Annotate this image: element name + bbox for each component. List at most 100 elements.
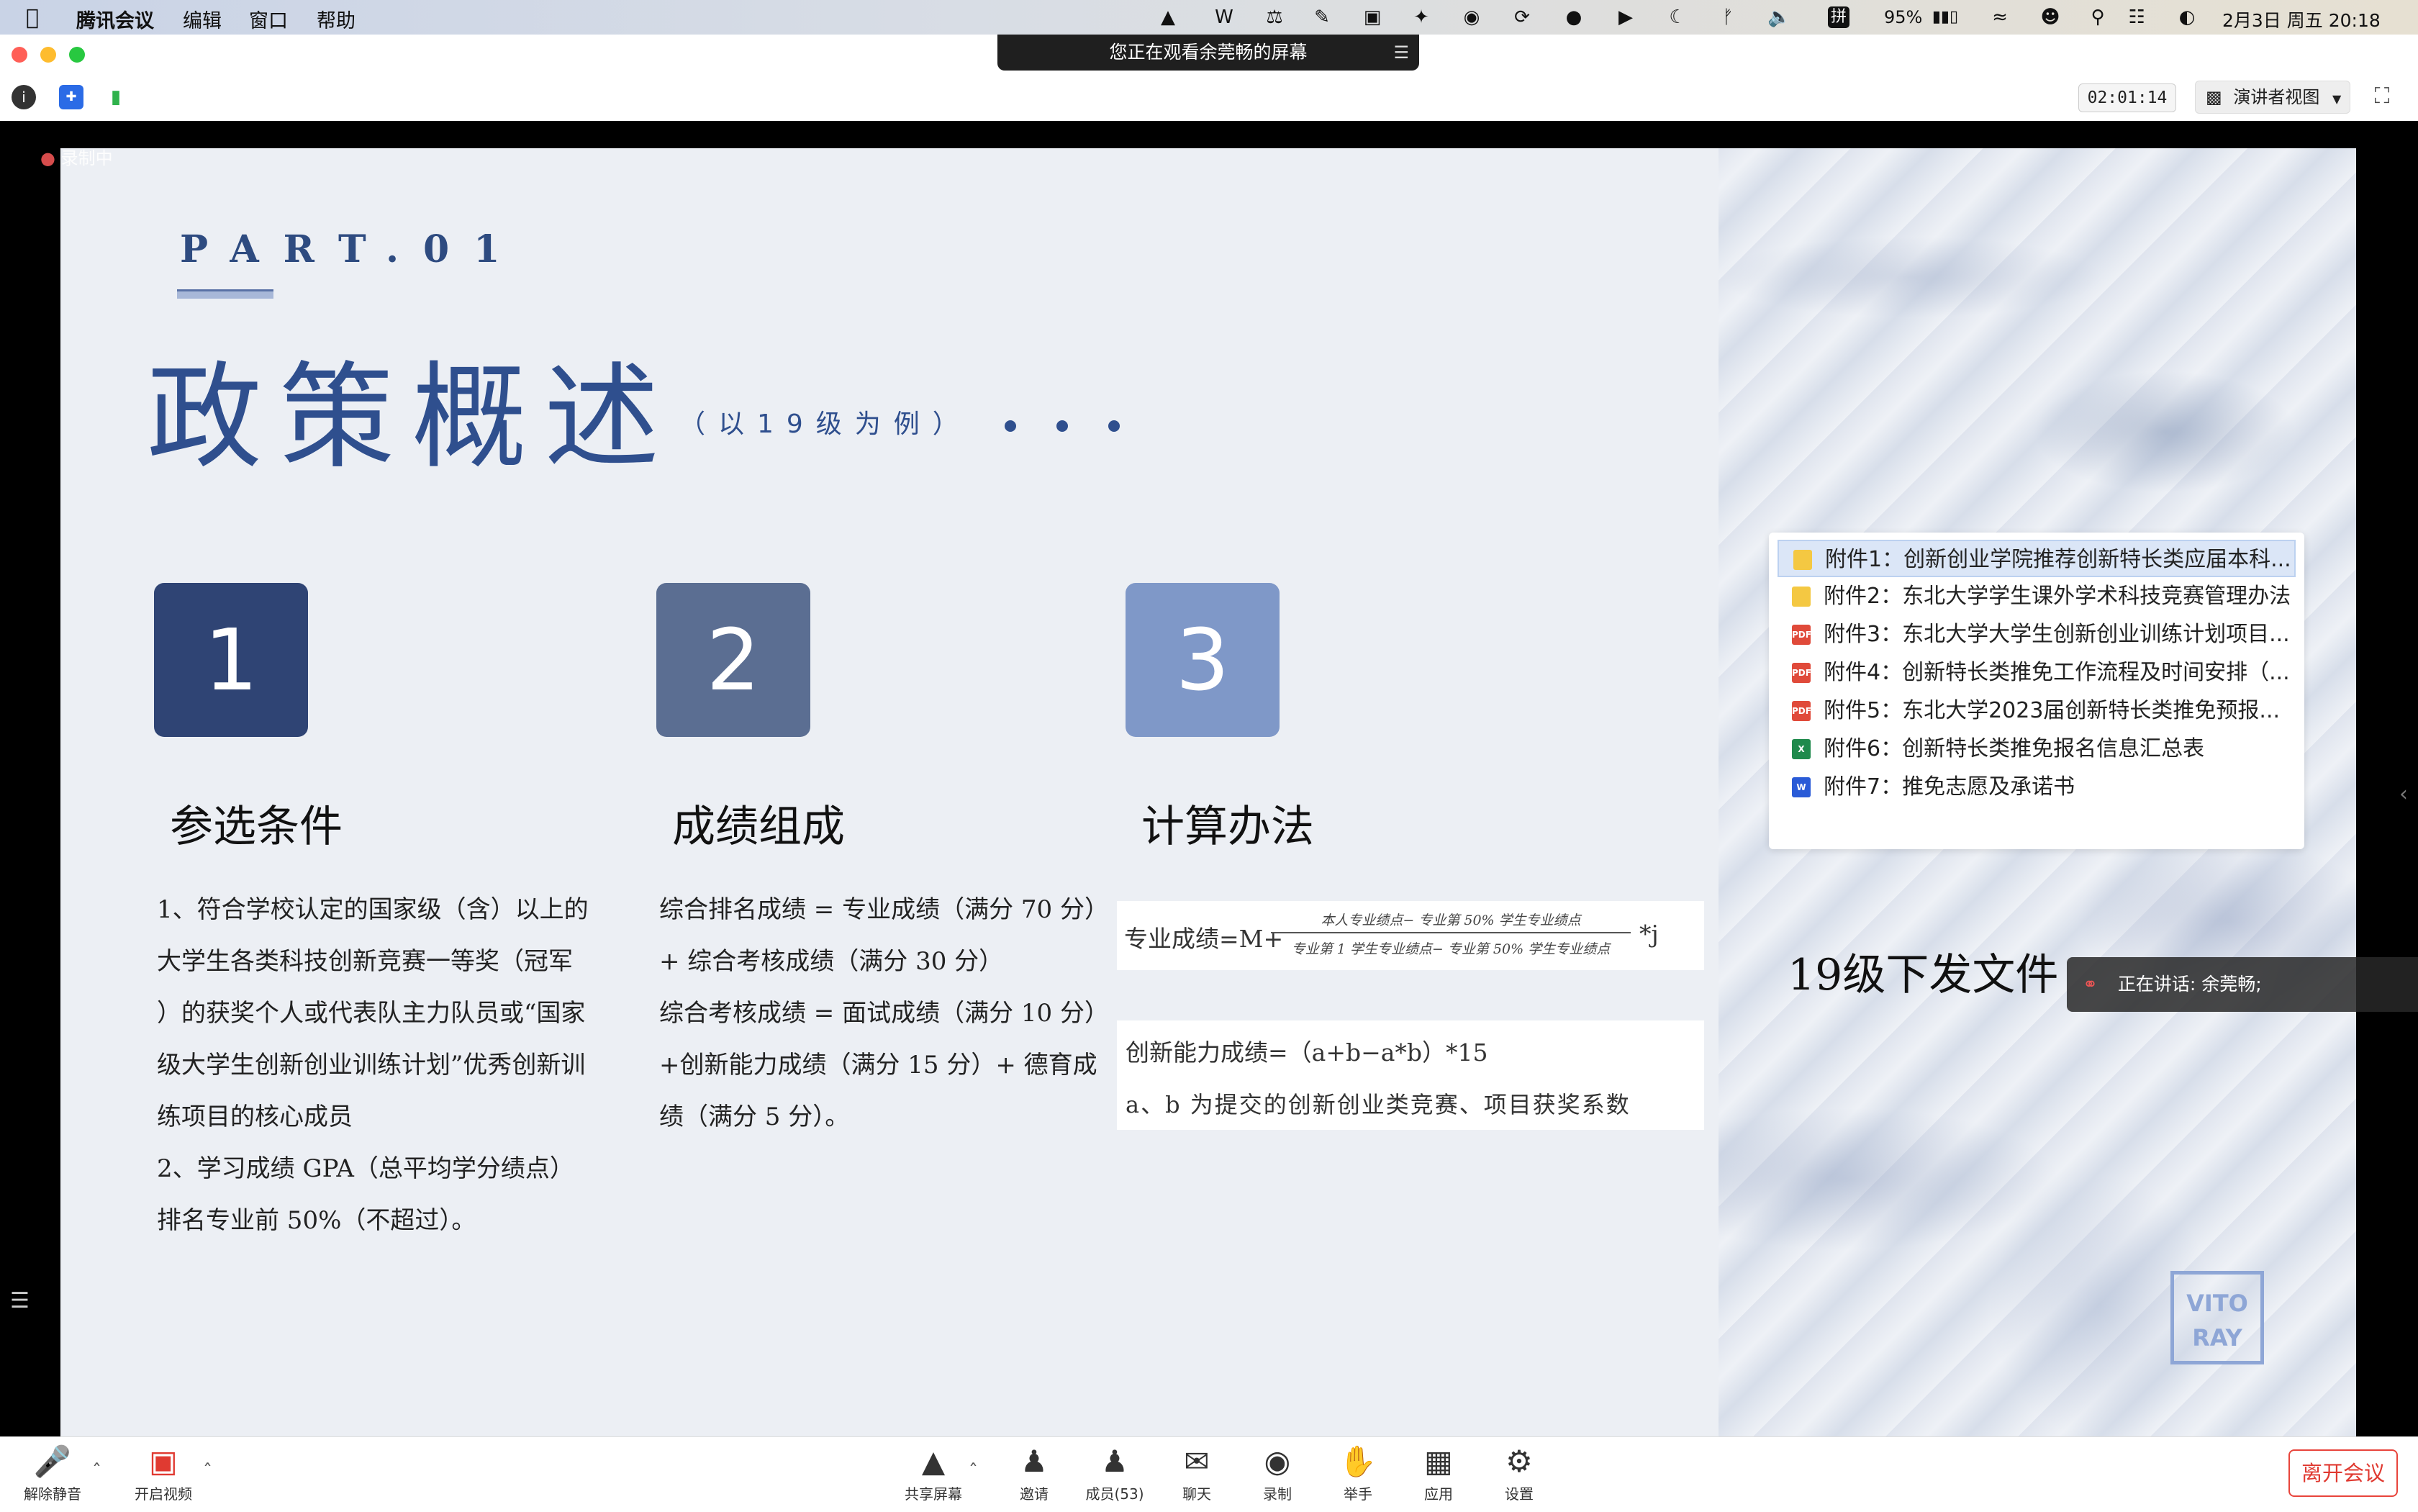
chat-button[interactable]: ✉ 聊天 [1157, 1444, 1236, 1506]
body-line: ）的获奖个人或代表队主力队员或“国家 [157, 999, 586, 1028]
chevron-left-icon[interactable]: ‹ [2399, 782, 2408, 807]
chevron-up-icon[interactable]: ˆ [969, 1461, 978, 1482]
sync-icon[interactable]: ⟳ [1511, 6, 1533, 28]
view-mode-label: 演讲者视图 [2233, 87, 2320, 107]
input-method-icon[interactable]: 拼 [1828, 6, 1849, 28]
recording-icon: ● [40, 148, 55, 168]
wps-icon[interactable]: W [1213, 6, 1235, 28]
folder-icon [1793, 550, 1812, 570]
body-line: + 综合考核成绩（满分 30 分） [659, 947, 1004, 976]
minimize-window-button[interactable] [40, 47, 56, 63]
menu-window[interactable]: 窗口 [249, 5, 288, 33]
view-layout-icon: ▩ [2206, 87, 2222, 107]
signal-bars-icon[interactable]: ▮ [104, 85, 128, 109]
part-underline [177, 289, 273, 299]
body-line: +创新能力成绩（满分 15 分）+ 德育成 [659, 1051, 1097, 1079]
attachment-item[interactable]: 附件1：创新创业学院推荐创新特长类应届本科... [1778, 540, 2296, 577]
search-icon[interactable]: ⚲ [2087, 6, 2109, 28]
wifi-icon[interactable]: ≈ [1989, 6, 2011, 28]
chevron-up-icon[interactable]: ˆ [92, 1461, 101, 1482]
siri-icon[interactable]: ◐ [2176, 6, 2198, 28]
screen-share-banner[interactable]: 您正在观看余莞畅的屏幕 ☰ [997, 35, 1419, 71]
share-screen-icon: ▲ [921, 1444, 946, 1479]
section-heading: 参选条件 [170, 802, 343, 852]
menu-edit[interactable]: 编辑 [183, 5, 222, 33]
apple-icon[interactable]:  [26, 5, 39, 30]
body-line: 绩（满分 5 分）。 [659, 1103, 850, 1131]
chevron-up-icon[interactable]: ˆ [203, 1461, 212, 1482]
leave-meeting-button[interactable]: 离开会议 [2288, 1449, 2398, 1497]
body-line: 练项目的核心成员 [157, 1103, 353, 1131]
attachment-label: 附件6：创新特长类推免报名信息汇总表 [1824, 736, 2205, 761]
body-line: 级大学生创新创业训练计划”优秀创新训 [157, 1051, 586, 1079]
raise-hand-button[interactable]: ✋ 举手 [1318, 1444, 1398, 1506]
attachment-item[interactable]: PDF 附件3：东北大学大学生创新创业训练计划项目... [1778, 616, 2296, 653]
speaking-text: 正在讲话: 余莞畅; [2117, 974, 2262, 995]
zoom-window-button[interactable] [69, 47, 85, 63]
security-shield-icon[interactable]: ✚ [59, 85, 83, 109]
apps-label: 应用 [1424, 1485, 1453, 1503]
hand-icon: ✋ [1339, 1444, 1377, 1479]
list-icon[interactable]: ☰ [10, 1288, 36, 1314]
vito-ray-stamp: VITO RAY [2170, 1271, 2264, 1364]
formula-professional-score: 专业成绩=M+ 本人专业绩点− 专业第 50% 学生专业绩点 专业第 1 学生专… [1117, 901, 1704, 970]
members-button[interactable]: ♟ 成员(53) [1075, 1444, 1154, 1506]
chat-icon: ✉ [1184, 1444, 1210, 1479]
apps-button[interactable]: ▦ 应用 [1399, 1444, 1478, 1506]
record-button[interactable]: ◉ 录制 [1238, 1444, 1317, 1506]
status-app-icon[interactable]: ▲ [1157, 6, 1179, 28]
info-icon[interactable]: i [12, 85, 36, 109]
menu-help[interactable]: 帮助 [317, 5, 356, 33]
settings-label: 设置 [1505, 1485, 1534, 1503]
unmute-button[interactable]: 🎤 解除静音 [13, 1444, 92, 1506]
section-number-box: 2 [656, 583, 810, 737]
chevron-down-icon: ▼ [2332, 92, 2342, 106]
bluetooth-icon[interactable]: ᚠ [1717, 6, 1739, 28]
attachment-item[interactable]: 附件2：东北大学学生课外学术科技竞赛管理办法 [1778, 578, 2296, 615]
meeting-timer: 02:01:14 [2078, 83, 2176, 112]
invite-button[interactable]: ♟ 邀请 [995, 1444, 1074, 1506]
start-video-button[interactable]: ▣ 开启视频 [124, 1444, 203, 1506]
wechat-icon[interactable]: ● [1563, 6, 1585, 28]
body-line: 综合排名成绩 = 专业成绩（满分 70 分） [659, 895, 1109, 924]
speaking-indicator: ⚭ 正在讲话: 余莞畅; [2067, 957, 2418, 1012]
attachment-item[interactable]: X 附件6：创新特长类推免报名信息汇总表 [1778, 730, 2296, 768]
body-line: 排名专业前 50%（不超过）。 [157, 1206, 476, 1235]
banner-menu-icon[interactable]: ☰ [1393, 35, 1409, 71]
display-icon[interactable]: ▣ [1362, 6, 1383, 28]
mic-muted-icon: ⚭ [2083, 974, 2098, 995]
control-center-icon[interactable]: ☷ [2126, 6, 2147, 28]
pdf-icon: PDF [1792, 701, 1811, 721]
share-banner-text: 您正在观看余莞畅的屏幕 [1109, 42, 1308, 63]
cube-icon[interactable]: ✦ [1410, 6, 1432, 28]
moon-icon[interactable]: ☾ [1667, 6, 1688, 28]
menu-app-name[interactable]: 腾讯会议 [76, 5, 154, 33]
section-number-box: 3 [1126, 583, 1280, 737]
play-icon[interactable]: ▶ [1615, 6, 1636, 28]
bilibili-icon[interactable]: ◉ [1461, 6, 1482, 28]
attachment-item[interactable]: PDF 附件4：创新特长类推免工作流程及时间安排（... [1778, 654, 2296, 692]
apps-icon: ▦ [1424, 1444, 1453, 1479]
attachment-item[interactable]: W 附件7：推免志愿及承诺书 [1778, 769, 2296, 806]
flask-icon[interactable]: ⚖ [1264, 6, 1285, 28]
settings-button[interactable]: ⚙ 设置 [1480, 1444, 1559, 1506]
body-line: 综合考核成绩 = 面试成绩（满分 10 分） [659, 999, 1109, 1028]
user-icon[interactable]: ☻ [2039, 6, 2061, 28]
battery-icon[interactable]: ▮▮▯ [1929, 6, 1962, 28]
fullscreen-icon[interactable]: ⛶ [2368, 82, 2396, 111]
menu-bar:  腾讯会议 编辑 窗口 帮助 ▲ W ⚖ ✎ ▣ ✦ ◉ ⟳ ● ▶ ☾ ᚠ … [0, 0, 2418, 35]
attachment-item[interactable]: PDF 附件5：东北大学2023届创新特长类推免预报... [1778, 692, 2296, 730]
recording-badge: ● 录制中 [40, 144, 113, 169]
share-screen-button[interactable]: ▲ 共享屏幕 [894, 1444, 973, 1506]
section-heading: 成绩组成 [672, 802, 845, 852]
edit-icon[interactable]: ✎ [1311, 6, 1333, 28]
volume-icon[interactable]: 🔈 [1767, 6, 1790, 28]
view-mode-dropdown[interactable]: ▩ 演讲者视图 ▼ [2195, 81, 2350, 114]
stamp-line: RAY [2192, 1324, 2242, 1352]
body-line: 大学生各类科技创新竞赛一等奖（冠军 [157, 947, 573, 976]
formula-right: *j [1639, 920, 1659, 948]
close-window-button[interactable] [12, 47, 27, 63]
gear-icon: ⚙ [1505, 1444, 1533, 1479]
chat-label: 聊天 [1182, 1485, 1211, 1503]
recording-label: 录制中 [60, 148, 113, 168]
